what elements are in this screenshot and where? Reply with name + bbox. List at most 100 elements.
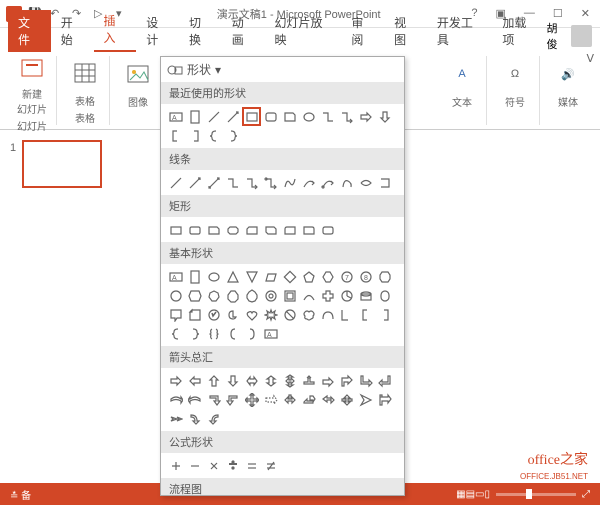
shape-item[interactable]: [280, 286, 299, 305]
shape-item[interactable]: [223, 267, 242, 286]
shape-item[interactable]: [242, 390, 261, 409]
shape-item[interactable]: [204, 286, 223, 305]
shape-item[interactable]: [375, 371, 394, 390]
shape-item[interactable]: [185, 390, 204, 409]
shape-rectangle[interactable]: [242, 107, 261, 126]
shape-item[interactable]: [242, 267, 261, 286]
shape-vert-textbox[interactable]: [185, 107, 204, 126]
shape-item[interactable]: [204, 173, 223, 192]
shape-item[interactable]: [166, 371, 185, 390]
shape-item[interactable]: [242, 371, 261, 390]
table-button[interactable]: [67, 56, 103, 91]
shape-item[interactable]: [204, 267, 223, 286]
shape-item[interactable]: [299, 390, 318, 409]
tab-developer[interactable]: 开发工具: [427, 10, 493, 52]
shape-item[interactable]: [166, 324, 185, 343]
shape-item[interactable]: [299, 267, 318, 286]
maximize-icon[interactable]: ☐: [549, 7, 567, 20]
tab-slideshow[interactable]: 幻灯片放映: [265, 10, 342, 52]
shape-item[interactable]: [299, 220, 318, 239]
shape-connector-elbow-arrow[interactable]: [337, 107, 356, 126]
view-sorter-icon[interactable]: ▤: [466, 489, 475, 500]
shape-textbox[interactable]: A: [166, 107, 185, 126]
shape-block-arrow-right[interactable]: [356, 107, 375, 126]
shape-connector-elbow[interactable]: [318, 107, 337, 126]
shape-item[interactable]: [242, 173, 261, 192]
shape-item[interactable]: [204, 456, 223, 475]
shape-rbracket[interactable]: [185, 126, 204, 145]
shape-snip-rect[interactable]: [280, 107, 299, 126]
shape-item[interactable]: [356, 390, 375, 409]
shape-item[interactable]: [318, 371, 337, 390]
shape-item[interactable]: [223, 371, 242, 390]
tab-file[interactable]: 文件: [8, 10, 51, 52]
shape-item[interactable]: [223, 456, 242, 475]
new-slide-button[interactable]: [14, 56, 50, 84]
shape-item[interactable]: [261, 371, 280, 390]
shape-item[interactable]: [375, 390, 394, 409]
shape-item[interactable]: [318, 173, 337, 192]
shape-item[interactable]: [242, 286, 261, 305]
shape-item[interactable]: [356, 173, 375, 192]
shape-item[interactable]: [318, 220, 337, 239]
shape-item[interactable]: [204, 305, 223, 324]
shape-item[interactable]: [280, 305, 299, 324]
tab-review[interactable]: 审阅: [341, 10, 384, 52]
shape-item[interactable]: [185, 220, 204, 239]
shape-item[interactable]: [318, 305, 337, 324]
shape-item[interactable]: [204, 324, 223, 343]
shape-lbracket[interactable]: [166, 126, 185, 145]
shape-item[interactable]: [166, 456, 185, 475]
shape-item[interactable]: [375, 267, 394, 286]
shape-item[interactable]: [204, 371, 223, 390]
shape-rounded-rect[interactable]: [261, 107, 280, 126]
shape-item[interactable]: [223, 286, 242, 305]
shape-item[interactable]: [261, 173, 280, 192]
zoom-slider[interactable]: [496, 493, 576, 496]
shape-item[interactable]: [299, 173, 318, 192]
shape-item[interactable]: [280, 220, 299, 239]
shape-item[interactable]: [299, 371, 318, 390]
shape-item[interactable]: [318, 286, 337, 305]
notes-indicator[interactable]: ≛ 备: [10, 487, 31, 502]
shape-item[interactable]: [337, 173, 356, 192]
shape-item[interactable]: [166, 390, 185, 409]
collapse-ribbon-icon[interactable]: ᐯ: [586, 52, 594, 65]
shape-line[interactable]: [204, 107, 223, 126]
close-icon[interactable]: ✕: [577, 7, 594, 20]
shape-item[interactable]: [375, 286, 394, 305]
zoom-thumb[interactable]: [526, 489, 532, 499]
view-normal-icon[interactable]: ▦: [456, 489, 465, 500]
tab-addins[interactable]: 加载项: [492, 10, 546, 52]
shape-oval[interactable]: [299, 107, 318, 126]
shape-lbrace[interactable]: [204, 126, 223, 145]
shape-item[interactable]: [223, 220, 242, 239]
tab-insert[interactable]: 插入: [94, 8, 137, 52]
shape-item[interactable]: [166, 286, 185, 305]
shape-item[interactable]: [261, 267, 280, 286]
tab-animations[interactable]: 动画: [222, 10, 265, 52]
tab-home[interactable]: 开始: [51, 10, 94, 52]
shape-item[interactable]: [337, 371, 356, 390]
image-button[interactable]: [120, 56, 156, 92]
shape-item[interactable]: [375, 305, 394, 324]
shape-item[interactable]: [185, 305, 204, 324]
symbol-button[interactable]: Ω: [497, 56, 533, 92]
shape-item[interactable]: A: [261, 324, 280, 343]
view-reading-icon[interactable]: ▭: [475, 489, 484, 500]
shape-item[interactable]: [337, 305, 356, 324]
view-slideshow-icon[interactable]: ▯: [484, 489, 490, 500]
shape-item[interactable]: [223, 305, 242, 324]
shape-item[interactable]: [356, 371, 375, 390]
shape-item[interactable]: [280, 390, 299, 409]
shape-item[interactable]: [185, 324, 204, 343]
shape-item[interactable]: [185, 267, 204, 286]
shape-item[interactable]: [166, 173, 185, 192]
shape-item[interactable]: [185, 409, 204, 428]
shape-item[interactable]: [204, 390, 223, 409]
shape-item[interactable]: [318, 267, 337, 286]
shape-item[interactable]: [356, 305, 375, 324]
shape-item[interactable]: A: [166, 267, 185, 286]
shape-arrow-line[interactable]: [223, 107, 242, 126]
shape-item[interactable]: [204, 220, 223, 239]
